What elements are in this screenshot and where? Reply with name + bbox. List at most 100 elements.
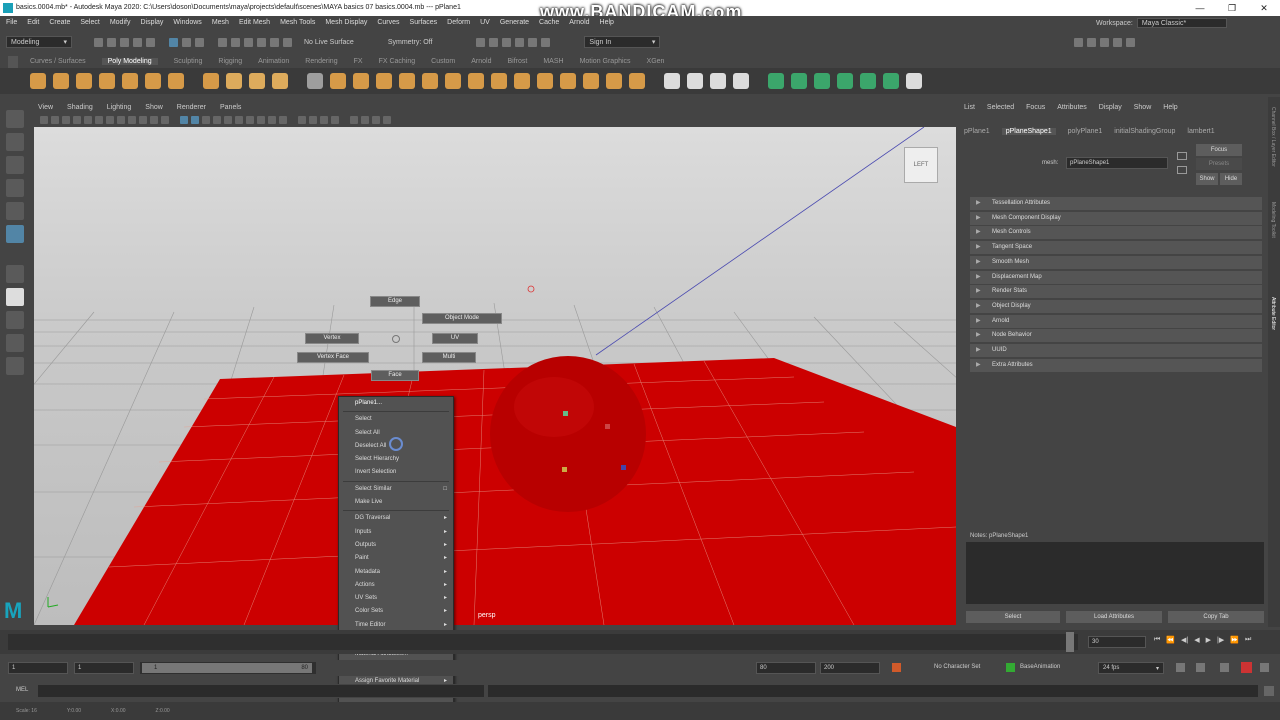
fill-hole-icon[interactable] bbox=[583, 73, 599, 89]
context-item-actions[interactable]: Actions ▸ bbox=[339, 579, 453, 592]
character-set-label[interactable]: No Character Set bbox=[934, 664, 980, 670]
ae-tab-lambert1[interactable]: lambert1 bbox=[1187, 128, 1214, 135]
context-item-paint[interactable]: Paint ▸ bbox=[339, 552, 453, 565]
play-backward-icon[interactable]: ◀ bbox=[1194, 636, 1199, 644]
shelf-tab-animation[interactable]: Animation bbox=[258, 58, 289, 65]
offset-edge-icon[interactable] bbox=[710, 73, 726, 89]
paint-select-tool-icon[interactable] bbox=[6, 156, 24, 174]
animation-prefs-icon[interactable] bbox=[1260, 663, 1269, 672]
cut-uv-icon[interactable] bbox=[883, 73, 899, 89]
viewport-menu-renderer[interactable]: Renderer bbox=[177, 104, 206, 111]
marking-object-mode[interactable]: Object Mode bbox=[422, 313, 502, 324]
open-scene-icon[interactable] bbox=[107, 37, 116, 47]
context-item-inputs[interactable]: Inputs ▸ bbox=[339, 526, 453, 539]
current-time-marker[interactable] bbox=[1066, 632, 1074, 652]
cone-icon[interactable] bbox=[99, 73, 115, 89]
combine-icon[interactable] bbox=[307, 73, 323, 89]
menu-display[interactable]: Display bbox=[140, 19, 163, 26]
context-item-color-sets[interactable]: Color Sets ▸ bbox=[339, 605, 453, 618]
mel-label[interactable]: MEL bbox=[16, 687, 28, 693]
menu-create[interactable]: Create bbox=[49, 19, 70, 26]
platonic-icon[interactable] bbox=[203, 73, 219, 89]
load-attributes-button[interactable]: Load Attributes bbox=[1066, 611, 1162, 623]
layout-four-pane-icon[interactable] bbox=[6, 311, 24, 329]
save-scene-icon[interactable] bbox=[120, 37, 129, 47]
motion-blur-icon[interactable] bbox=[257, 116, 265, 124]
context-item-invert-selection[interactable]: Invert Selection bbox=[339, 466, 453, 479]
script-editor-icon[interactable] bbox=[1264, 686, 1274, 696]
menu-mesh-display[interactable]: Mesh Display bbox=[325, 19, 367, 26]
cylindrical-uv-icon[interactable] bbox=[814, 73, 830, 89]
ipr-render-icon[interactable] bbox=[489, 37, 499, 47]
step-forward-frame-icon[interactable]: |▶ bbox=[1217, 636, 1224, 644]
menu-curves[interactable]: Curves bbox=[377, 19, 399, 26]
render-icon[interactable] bbox=[476, 37, 486, 47]
marking-face[interactable]: Face bbox=[371, 370, 419, 381]
select-object-icon[interactable] bbox=[182, 37, 191, 47]
bridge-icon[interactable] bbox=[514, 73, 530, 89]
shelf-tab-fx-caching[interactable]: FX Caching bbox=[379, 58, 416, 65]
default-material-icon[interactable] bbox=[202, 116, 210, 124]
anim-layer-label[interactable]: BaseAnimation bbox=[1020, 664, 1060, 670]
ssao-icon[interactable] bbox=[246, 116, 254, 124]
menu-edit-mesh[interactable]: Edit Mesh bbox=[239, 19, 270, 26]
undo-icon[interactable] bbox=[133, 37, 142, 47]
range-bar[interactable]: 1 80 bbox=[140, 662, 316, 674]
shelf-tab-rendering[interactable]: Rendering bbox=[305, 58, 337, 65]
auto-key-icon[interactable] bbox=[892, 663, 901, 672]
automatic-uv-icon[interactable] bbox=[791, 73, 807, 89]
presets-button[interactable]: Presets bbox=[1196, 158, 1242, 170]
live-surface-label[interactable]: No Live Surface bbox=[304, 39, 354, 46]
notes-textarea[interactable] bbox=[966, 542, 1264, 604]
shelf-tab-sculpting[interactable]: Sculpting bbox=[174, 58, 203, 65]
cylinder-icon[interactable] bbox=[76, 73, 92, 89]
gamma-icon[interactable] bbox=[361, 116, 369, 124]
playback-end-field[interactable]: 80 bbox=[756, 662, 816, 674]
ae-tab-pplaneshape1[interactable]: pPlaneShape1 bbox=[1001, 127, 1056, 135]
select-component-icon[interactable] bbox=[195, 37, 204, 47]
color-mgmt-icon[interactable] bbox=[372, 116, 380, 124]
exposure-icon[interactable] bbox=[350, 116, 358, 124]
menu-help[interactable]: Help bbox=[600, 19, 614, 26]
arnold-render-icon[interactable] bbox=[541, 37, 551, 47]
menu-deform[interactable]: Deform bbox=[447, 19, 470, 26]
new-scene-icon[interactable] bbox=[94, 37, 103, 47]
cache-icon[interactable] bbox=[1220, 663, 1229, 672]
snap-curve-icon[interactable] bbox=[231, 37, 240, 47]
menu-mesh-tools[interactable]: Mesh Tools bbox=[280, 19, 315, 26]
step-back-frame-icon[interactable]: ◀| bbox=[1181, 636, 1188, 644]
menu-modify[interactable]: Modify bbox=[110, 19, 131, 26]
wireframe-icon[interactable] bbox=[180, 116, 188, 124]
2d-pan-icon[interactable] bbox=[73, 116, 81, 124]
side-tab-attribute-editor[interactable]: Attribute Editor bbox=[1270, 297, 1276, 387]
show-manipulator-icon[interactable] bbox=[6, 265, 24, 283]
rotate-tool-icon[interactable] bbox=[6, 202, 24, 220]
text-icon[interactable] bbox=[249, 73, 265, 89]
gate-mask-icon[interactable] bbox=[128, 116, 136, 124]
copy-tab-button[interactable]: Copy Tab bbox=[1168, 611, 1264, 623]
anim-start-field[interactable]: 1 bbox=[8, 662, 68, 674]
sew-uv-icon[interactable] bbox=[906, 73, 922, 89]
smooth-icon[interactable] bbox=[353, 73, 369, 89]
textured-icon[interactable] bbox=[213, 116, 221, 124]
multi-cut-icon[interactable] bbox=[664, 73, 680, 89]
menu-file[interactable]: File bbox=[6, 19, 17, 26]
sign-in-dropdown[interactable]: Sign In ▾ bbox=[584, 36, 661, 48]
viewport-menu-lighting[interactable]: Lighting bbox=[107, 104, 132, 111]
shelf-tab-arnold[interactable]: Arnold bbox=[471, 58, 491, 65]
menu-arnold[interactable]: Arnold bbox=[569, 19, 589, 26]
snap-point-icon[interactable] bbox=[244, 37, 253, 47]
hypershade-icon[interactable] bbox=[515, 37, 525, 47]
shelf-tab-motion-graphics[interactable]: Motion Graphics bbox=[580, 58, 631, 65]
symmetry-label[interactable]: Symmetry: Off bbox=[388, 39, 433, 46]
retopo-icon[interactable] bbox=[468, 73, 484, 89]
smooth-shade-icon[interactable] bbox=[191, 116, 199, 124]
redo-icon[interactable] bbox=[146, 37, 155, 47]
snap-grid-icon[interactable] bbox=[218, 37, 227, 47]
snap-plane-icon[interactable] bbox=[257, 37, 266, 47]
planar-uv-icon[interactable] bbox=[768, 73, 784, 89]
insert-edge-loop-icon[interactable] bbox=[687, 73, 703, 89]
backface-cull-icon[interactable] bbox=[331, 116, 339, 124]
marking-multi[interactable]: Multi bbox=[422, 352, 476, 363]
context-item-make-live[interactable]: Make Live bbox=[339, 496, 453, 509]
